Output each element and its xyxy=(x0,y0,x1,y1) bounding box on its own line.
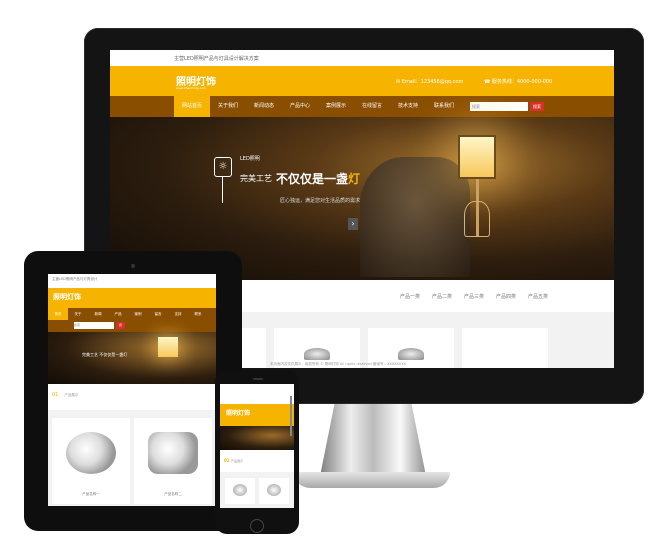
nav-message[interactable]: 在线留言 xyxy=(354,96,390,117)
desktop-header: 照明灯饰 www.zhaoming.com ✉ Email：123456@qq.… xyxy=(110,66,614,96)
nav-contact[interactable]: 联系我们 xyxy=(426,96,462,117)
category-item[interactable]: 产品一类 xyxy=(400,293,420,300)
phone-hero xyxy=(220,426,294,450)
product-label: 产品名称二 xyxy=(164,492,182,496)
tablet-nav-item[interactable]: 新闻 xyxy=(88,308,108,320)
tablet-topbar: 主营LED照明产品与灯具设计 xyxy=(52,277,98,281)
tablet-product-card[interactable]: 产品名称一 xyxy=(52,418,130,504)
tablet-search-input[interactable]: 搜索 xyxy=(74,322,114,329)
phone-section-header: 01 产品展示 xyxy=(220,450,294,472)
tablet-nav-item[interactable]: 产品 xyxy=(108,308,128,320)
desktop-nav: 网站首页 关于我们 新闻动态 产品中心 案例展示 在线留言 技术支持 联系我们 … xyxy=(110,96,614,117)
nav-home[interactable]: 网站首页 xyxy=(174,96,210,117)
chevron-right-icon[interactable]: › xyxy=(348,218,358,230)
contact-phone: ☎ 服务热线：4000-000-000 xyxy=(484,79,553,85)
hero-divider xyxy=(222,177,223,203)
bulb-icon: ☼ xyxy=(214,157,232,177)
tablet-nav-item[interactable]: 案例 xyxy=(128,308,148,320)
phone-logo[interactable]: 照明灯饰 xyxy=(226,408,250,417)
tablet-nav-item[interactable]: 留言 xyxy=(148,308,168,320)
product-card[interactable] xyxy=(462,328,548,368)
phone-product-grid xyxy=(220,472,294,508)
tablet-nav-item[interactable]: 支持 xyxy=(168,308,188,320)
tablet-logo[interactable]: 照明灯饰 xyxy=(53,292,81,302)
product-image xyxy=(233,484,247,496)
phone-product-card[interactable] xyxy=(225,478,255,504)
tablet-nav: 首页 关于 新闻 产品 案例 留言 支持 联系 xyxy=(48,308,216,320)
lamp-shade xyxy=(458,135,496,179)
hero-line1: 完美工艺 xyxy=(240,174,272,183)
tablet-nav-item[interactable]: 关于 xyxy=(68,308,88,320)
phone-speaker xyxy=(253,378,263,380)
monitor-stand-base xyxy=(294,472,450,488)
tablet-section-title: 01 产品展示 xyxy=(52,392,79,398)
tablet-camera xyxy=(131,264,135,268)
tablet-hero-text: 完美工艺 不仅仅是一盏灯 xyxy=(82,352,128,357)
lamp-base xyxy=(464,201,490,237)
tablet-product-card[interactable]: 产品名称二 xyxy=(134,418,212,504)
nav-about[interactable]: 关于我们 xyxy=(210,96,246,117)
category-item[interactable]: 产品三类 xyxy=(464,293,484,300)
nav-cases[interactable]: 案例展示 xyxy=(318,96,354,117)
tablet-hero: 完美工艺 不仅仅是一盏灯 xyxy=(48,332,216,384)
phone-screen: 照明灯饰 01 产品展示 xyxy=(220,384,294,508)
tablet-header: 照明灯饰 xyxy=(48,288,216,308)
tablet-lamp xyxy=(158,337,178,357)
phone-topbar xyxy=(220,384,294,404)
nav-support[interactable]: 技术支持 xyxy=(390,96,426,117)
sofa-illustration xyxy=(360,157,470,277)
product-image xyxy=(267,484,281,496)
tablet-nav-item[interactable]: 首页 xyxy=(48,308,68,320)
contact-email: ✉ Email：123456@qq.com xyxy=(396,79,464,85)
phone-scrollbar[interactable] xyxy=(290,396,292,436)
tablet-product-grid: 产品名称一 产品名称二 xyxy=(48,410,216,506)
product-label: 产品名称一 xyxy=(82,492,100,496)
footer-text: 本页面内容仅供展示，版权所有 © 照明灯饰 All rights reserve… xyxy=(270,362,407,366)
phone-section-title: 01 产品展示 xyxy=(224,458,243,463)
downlight-image xyxy=(148,432,198,474)
tablet-nav-item[interactable]: 联系 xyxy=(188,308,208,320)
category-item[interactable]: 产品五类 xyxy=(528,293,548,300)
hero-subtitle: 匠心独运，满足您对生活品质的需求 xyxy=(280,198,361,204)
phone-home-button[interactable] xyxy=(250,519,264,533)
tablet-section-header: 01 产品展示 xyxy=(48,384,216,410)
topbar-text: 主营LED照明产品与灯具设计解决方案 xyxy=(174,56,259,62)
search-button[interactable]: 搜索 xyxy=(530,102,544,111)
category-item[interactable]: 产品四类 xyxy=(496,293,516,300)
tablet-search-bar: 搜索 搜 xyxy=(48,320,216,332)
product-image xyxy=(398,348,424,360)
hero-tag: LED照明 xyxy=(240,156,260,162)
nav-news[interactable]: 新闻动态 xyxy=(246,96,282,117)
tablet-search-button[interactable]: 搜 xyxy=(116,322,125,329)
site-logo-subtitle: www.zhaoming.com xyxy=(176,86,207,90)
hero-line2: 不仅仅是一盏灯 xyxy=(276,172,361,186)
desktop-topbar: 主营LED照明产品与灯具设计解决方案 xyxy=(110,50,614,66)
product-image xyxy=(304,348,330,360)
phone-header: 照明灯饰 xyxy=(220,404,294,426)
category-item[interactable]: 产品二类 xyxy=(432,293,452,300)
search-input[interactable]: 搜索 xyxy=(470,102,528,111)
nav-products[interactable]: 产品中心 xyxy=(282,96,318,117)
led-bulb-image xyxy=(66,432,116,474)
tablet-screen: 主营LED照明产品与灯具设计 照明灯饰 首页 关于 新闻 产品 案例 留言 支持… xyxy=(48,274,216,506)
phone-product-card[interactable] xyxy=(259,478,289,504)
